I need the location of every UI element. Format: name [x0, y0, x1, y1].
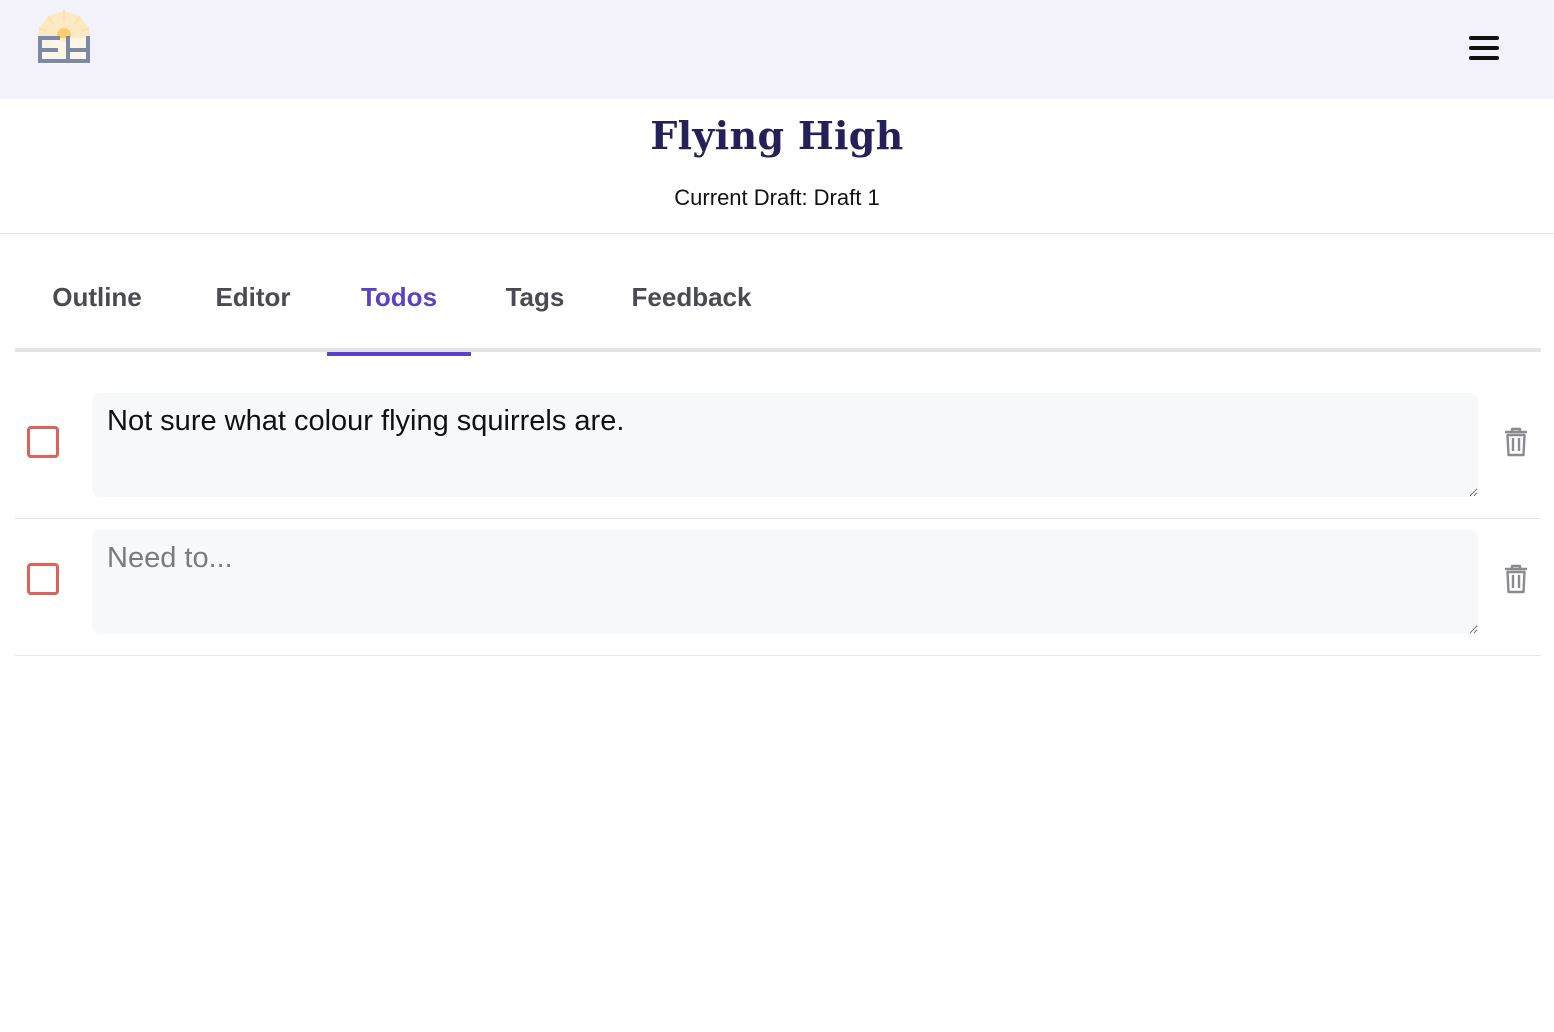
tab-outline[interactable]: Outline: [15, 260, 179, 352]
current-draft-label: Current Draft: Draft 1: [674, 185, 880, 210]
hamburger-menu-button[interactable]: [1462, 30, 1506, 66]
flying-high-logo-icon[interactable]: [34, 8, 94, 66]
tab-tags[interactable]: Tags: [471, 260, 599, 352]
tab-feedback[interactable]: Feedback: [599, 260, 784, 352]
tab-editor[interactable]: Editor: [179, 260, 327, 352]
page-title: Flying High: [650, 113, 904, 158]
trash-icon[interactable]: [1503, 564, 1529, 594]
tab-todos[interactable]: Todos: [327, 260, 471, 356]
todo-item: [15, 518, 1541, 656]
tab-bar: Outline Editor Todos Tags Feedback: [15, 260, 1541, 356]
hamburger-menu-icon: [1469, 36, 1499, 40]
todo-item: [15, 381, 1541, 519]
project-header: Flying High Current Draft: Draft 1: [0, 99, 1554, 234]
todo-checkbox[interactable]: [27, 426, 59, 458]
top-navigation-bar: [0, 0, 1554, 99]
todo-text-input[interactable]: [92, 393, 1478, 497]
todo-text-input[interactable]: [92, 530, 1478, 634]
todo-checkbox[interactable]: [27, 563, 59, 595]
trash-icon[interactable]: [1503, 427, 1529, 457]
